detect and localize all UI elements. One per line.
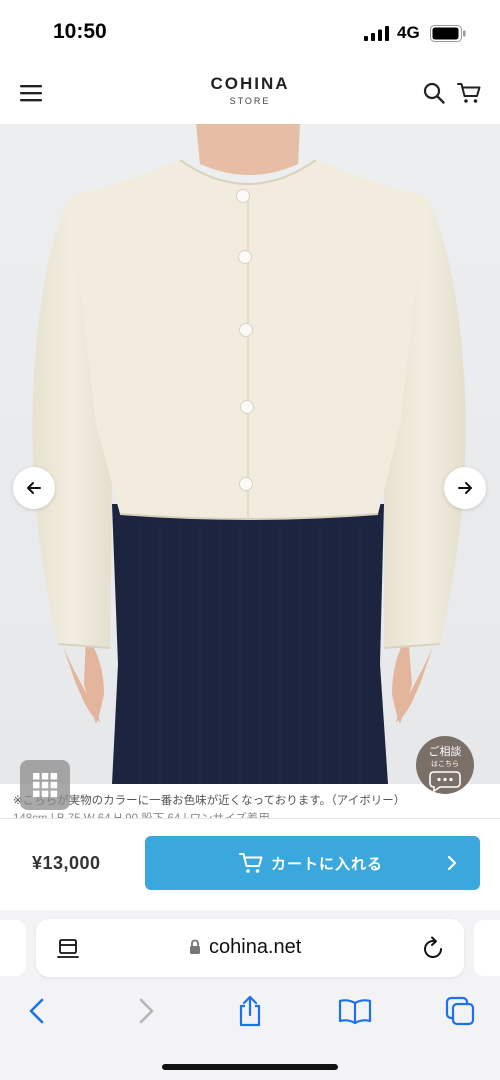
hamburger-menu-icon[interactable] — [20, 84, 42, 102]
grid-icon — [33, 773, 58, 798]
logo-main-text: COHINA — [210, 74, 290, 93]
tabs-icon[interactable] — [443, 994, 477, 1028]
product-photo — [0, 124, 500, 784]
address-bar[interactable]: cohina.net — [36, 919, 464, 977]
thumbnail-grid-button[interactable] — [20, 760, 70, 810]
previous-tab-peek[interactable] — [0, 920, 26, 976]
arrow-right-icon — [458, 482, 472, 494]
chat-bubble-icon — [429, 771, 461, 792]
product-image[interactable] — [0, 124, 500, 784]
color-note: ※こちらが実物のカラーに一番お色味が近くなっております。（アイボリー） — [13, 795, 406, 807]
browser-bottom-bar: cohina.net — [0, 910, 500, 1080]
model-size-note: 148cm | B 75 W 64 H 90 股下 64 | ワンサイズ着用 — [13, 810, 270, 818]
status-time: 10:50 — [53, 20, 107, 43]
home-indicator — [162, 1064, 338, 1070]
network-type: 4G — [397, 23, 420, 42]
arrow-left-icon — [27, 482, 41, 494]
site-logo[interactable]: COHINA STORE — [170, 74, 330, 106]
next-tab-peek[interactable] — [474, 920, 500, 976]
site-header: COHINA STORE — [0, 64, 500, 124]
page-menu-icon[interactable] — [57, 937, 79, 959]
browser-toolbar — [0, 986, 500, 1036]
forward-icon[interactable] — [128, 994, 162, 1028]
add-to-cart-label: カートに入れる — [271, 856, 384, 873]
back-icon[interactable] — [21, 994, 55, 1028]
previous-image-button[interactable] — [13, 467, 55, 509]
next-image-button[interactable] — [444, 467, 486, 509]
add-to-cart-button[interactable]: カートに入れる — [145, 836, 480, 890]
consult-chat-button[interactable]: ご相談 はこちら — [416, 736, 474, 794]
consult-label: ご相談 — [428, 746, 462, 758]
lock-icon — [190, 939, 200, 954]
cart-icon[interactable] — [457, 82, 481, 104]
share-icon[interactable] — [233, 994, 267, 1028]
status-bar: 10:50 4G — [0, 0, 500, 64]
product-price: ¥13,000 — [32, 853, 101, 873]
cart-icon — [239, 853, 263, 873]
consult-sub-label: はこちら — [431, 761, 459, 768]
bookmarks-icon[interactable] — [338, 994, 372, 1028]
url-text: cohina.net — [209, 936, 302, 958]
reload-icon[interactable] — [423, 936, 445, 960]
logo-sub-text: STORE — [229, 96, 271, 106]
purchase-bar: ¥13,000 カートに入れる — [0, 818, 500, 910]
search-icon[interactable] — [423, 82, 445, 104]
product-caption: ※こちらが実物のカラーに一番お色味が近くなっております。（アイボリー） 148c… — [0, 784, 500, 818]
battery-icon — [430, 25, 466, 42]
chevron-right-icon — [447, 855, 457, 871]
signal-strength-icon — [364, 26, 389, 41]
